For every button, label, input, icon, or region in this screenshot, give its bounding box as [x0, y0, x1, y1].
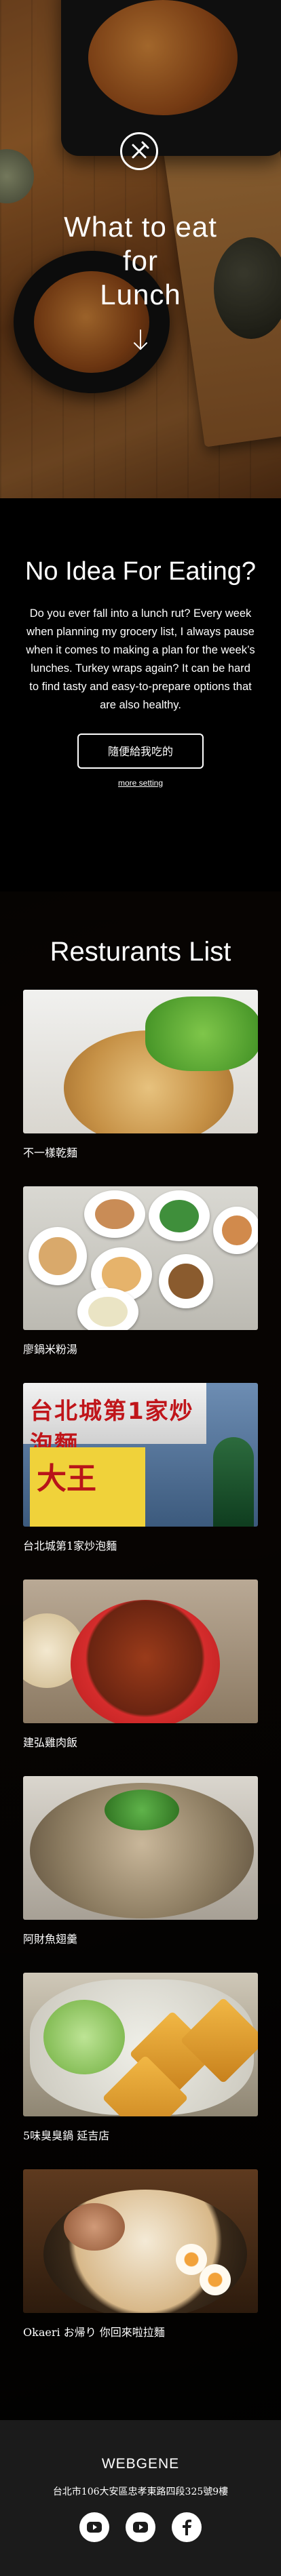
hero-section: What to eat for Lunch: [0, 0, 281, 498]
restaurant-name[interactable]: 5味臭臭鍋 延吉店: [23, 2129, 258, 2144]
restaurant-name[interactable]: 阿財魚翅羹: [23, 1932, 258, 1947]
restaurant-card[interactable]: 建弘雞肉飯: [23, 1579, 258, 1750]
hero-title-line: What to eat: [64, 211, 217, 243]
restaurant-card[interactable]: 台北城第1家炒泡麵 大王 台北城第1家炒泡麵: [23, 1383, 258, 1554]
intro-heading: No Idea For Eating?: [24, 557, 257, 586]
restaurant-name[interactable]: 台北城第1家炒泡麵: [23, 1539, 258, 1554]
restaurant-name[interactable]: 不一樣乾麵: [23, 1146, 258, 1161]
shop-banner-text: 大王: [37, 1462, 96, 1496]
restaurant-card[interactable]: 廖鍋米粉湯: [23, 1186, 258, 1357]
restaurant-card[interactable]: 不一樣乾麵: [23, 990, 258, 1161]
restaurant-name[interactable]: 建弘雞肉飯: [23, 1735, 258, 1750]
hero-title: What to eat for Lunch: [0, 210, 281, 312]
youtube-icon[interactable]: [79, 2512, 109, 2542]
restaurant-photo[interactable]: [23, 990, 258, 1133]
shop-sign: 台北城第1家炒泡麵: [23, 1383, 206, 1458]
restaurant-photo[interactable]: [23, 2169, 258, 2313]
footer-brand: WEBGENE: [101, 2456, 180, 2472]
restaurant-card[interactable]: Okaeri お帰り 你回來啦拉麵: [23, 2169, 258, 2340]
restaurant-photo[interactable]: [23, 1186, 258, 1330]
random-food-button[interactable]: 隨便給我吃的: [77, 733, 204, 769]
hero-title-line: Lunch: [100, 279, 181, 311]
social-links: [0, 2512, 281, 2542]
facebook-icon[interactable]: [172, 2512, 202, 2542]
fork-knife-icon: [120, 132, 158, 170]
restaurant-photo[interactable]: [23, 1776, 258, 1920]
footer: WEBGENE 台北市106大安區忠孝東路四段325號9樓: [0, 2420, 281, 2576]
restaurant-list-heading: Resturants List: [50, 937, 231, 967]
restaurant-name[interactable]: Okaeri お帰り 你回來啦拉麵: [23, 2325, 258, 2340]
restaurant-card[interactable]: 阿財魚翅羹: [23, 1776, 258, 1947]
restaurant-photo[interactable]: [23, 1579, 258, 1723]
shop-banner: 大王: [30, 1447, 145, 1527]
footer-address: 台北市106大安區忠孝東路四段325號9樓: [52, 2487, 229, 2497]
restaurant-list-section: Resturants List 不一樣乾麵 廖鍋米粉湯 台北城第1家炒泡麵 大王…: [0, 891, 281, 2420]
restaurant-photo[interactable]: [23, 1973, 258, 2116]
arrow-down-icon[interactable]: [132, 329, 149, 352]
restaurant-name[interactable]: 廖鍋米粉湯: [23, 1342, 258, 1357]
restaurant-card[interactable]: 5味臭臭鍋 延吉店: [23, 1973, 258, 2144]
more-setting-link[interactable]: more setting: [0, 778, 281, 788]
hero-title-line: for: [122, 245, 158, 277]
intro-body: Do you ever fall into a lunch rut? Every…: [26, 607, 255, 711]
restaurant-photo[interactable]: 台北城第1家炒泡麵 大王: [23, 1383, 258, 1527]
intro-section: No Idea For Eating? Do you ever fall int…: [0, 498, 281, 891]
youtube-icon[interactable]: [126, 2512, 155, 2542]
